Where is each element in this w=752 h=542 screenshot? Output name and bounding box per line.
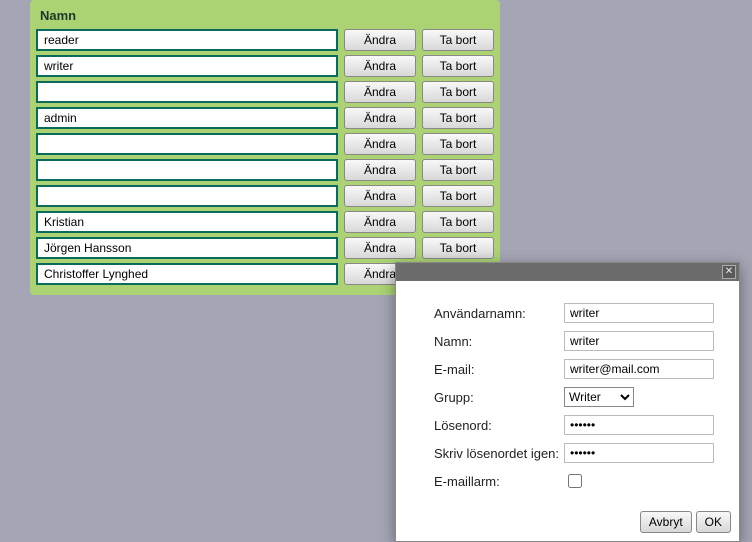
name-input[interactable] <box>36 81 338 103</box>
label-group: Grupp: <box>434 390 564 405</box>
label-email-alarm: E-maillarm: <box>434 474 564 489</box>
form-row-group: Grupp: Writer <box>434 387 723 407</box>
form-row-password: Lösenord: <box>434 415 723 435</box>
column-header-name: Namn <box>36 4 494 29</box>
name-input[interactable] <box>36 263 338 285</box>
dialog-body: Användarnamn: Namn: E-mail: Grupp: Write… <box>396 281 739 507</box>
name-input[interactable] <box>36 55 338 77</box>
edit-user-dialog: ✕ Användarnamn: Namn: E-mail: Grupp: Wri… <box>395 262 740 542</box>
form-row-email: E-mail: <box>434 359 723 379</box>
delete-button[interactable]: Ta bort <box>422 81 494 103</box>
table-row: Ändra Ta bort <box>36 133 494 155</box>
name-input[interactable] <box>36 237 338 259</box>
username-field[interactable] <box>564 303 714 323</box>
edit-button[interactable]: Ändra <box>344 81 416 103</box>
dialog-titlebar[interactable]: ✕ <box>396 263 739 281</box>
table-row: Ändra Ta bort <box>36 185 494 207</box>
form-row-name: Namn: <box>434 331 723 351</box>
form-row-username: Användarnamn: <box>434 303 723 323</box>
edit-button[interactable]: Ändra <box>344 55 416 77</box>
password-repeat-field[interactable] <box>564 443 714 463</box>
edit-button[interactable]: Ändra <box>344 185 416 207</box>
delete-button[interactable]: Ta bort <box>422 107 494 129</box>
name-input[interactable] <box>36 29 338 51</box>
edit-button[interactable]: Ändra <box>344 29 416 51</box>
name-field[interactable] <box>564 331 714 351</box>
name-input[interactable] <box>36 159 338 181</box>
name-input[interactable] <box>36 133 338 155</box>
edit-button[interactable]: Ändra <box>344 159 416 181</box>
ok-button[interactable]: OK <box>696 511 731 533</box>
delete-button[interactable]: Ta bort <box>422 211 494 233</box>
table-row: Ändra Ta bort <box>36 211 494 233</box>
email-alarm-checkbox[interactable] <box>568 474 582 488</box>
table-row: Ändra Ta bort <box>36 55 494 77</box>
form-row-email-alarm: E-maillarm: <box>434 471 723 491</box>
table-row: Ändra Ta bort <box>36 107 494 129</box>
table-row: Ändra Ta bort <box>36 81 494 103</box>
delete-button[interactable]: Ta bort <box>422 237 494 259</box>
form-row-password2: Skriv lösenordet igen: <box>434 443 723 463</box>
edit-button[interactable]: Ändra <box>344 107 416 129</box>
name-input[interactable] <box>36 211 338 233</box>
delete-button[interactable]: Ta bort <box>422 55 494 77</box>
close-icon[interactable]: ✕ <box>722 265 736 279</box>
table-row: Ändra Ta bort <box>36 159 494 181</box>
edit-button[interactable]: Ändra <box>344 133 416 155</box>
label-password: Lösenord: <box>434 418 564 433</box>
label-name: Namn: <box>434 334 564 349</box>
delete-button[interactable]: Ta bort <box>422 185 494 207</box>
edit-button[interactable]: Ändra <box>344 211 416 233</box>
user-table-panel: Namn Ändra Ta bort Ändra Ta bort Ändra T… <box>30 0 500 295</box>
password-field[interactable] <box>564 415 714 435</box>
dialog-footer: Avbryt OK <box>396 507 739 541</box>
table-row: Ändra Ta bort <box>36 29 494 51</box>
label-email: E-mail: <box>434 362 564 377</box>
delete-button[interactable]: Ta bort <box>422 29 494 51</box>
group-select[interactable]: Writer <box>564 387 634 407</box>
name-input[interactable] <box>36 107 338 129</box>
delete-button[interactable]: Ta bort <box>422 159 494 181</box>
label-username: Användarnamn: <box>434 306 564 321</box>
cancel-button[interactable]: Avbryt <box>640 511 692 533</box>
email-field[interactable] <box>564 359 714 379</box>
label-password2: Skriv lösenordet igen: <box>434 446 564 461</box>
table-row: Ändra Ta bort <box>36 237 494 259</box>
edit-button[interactable]: Ändra <box>344 237 416 259</box>
delete-button[interactable]: Ta bort <box>422 133 494 155</box>
name-input[interactable] <box>36 185 338 207</box>
